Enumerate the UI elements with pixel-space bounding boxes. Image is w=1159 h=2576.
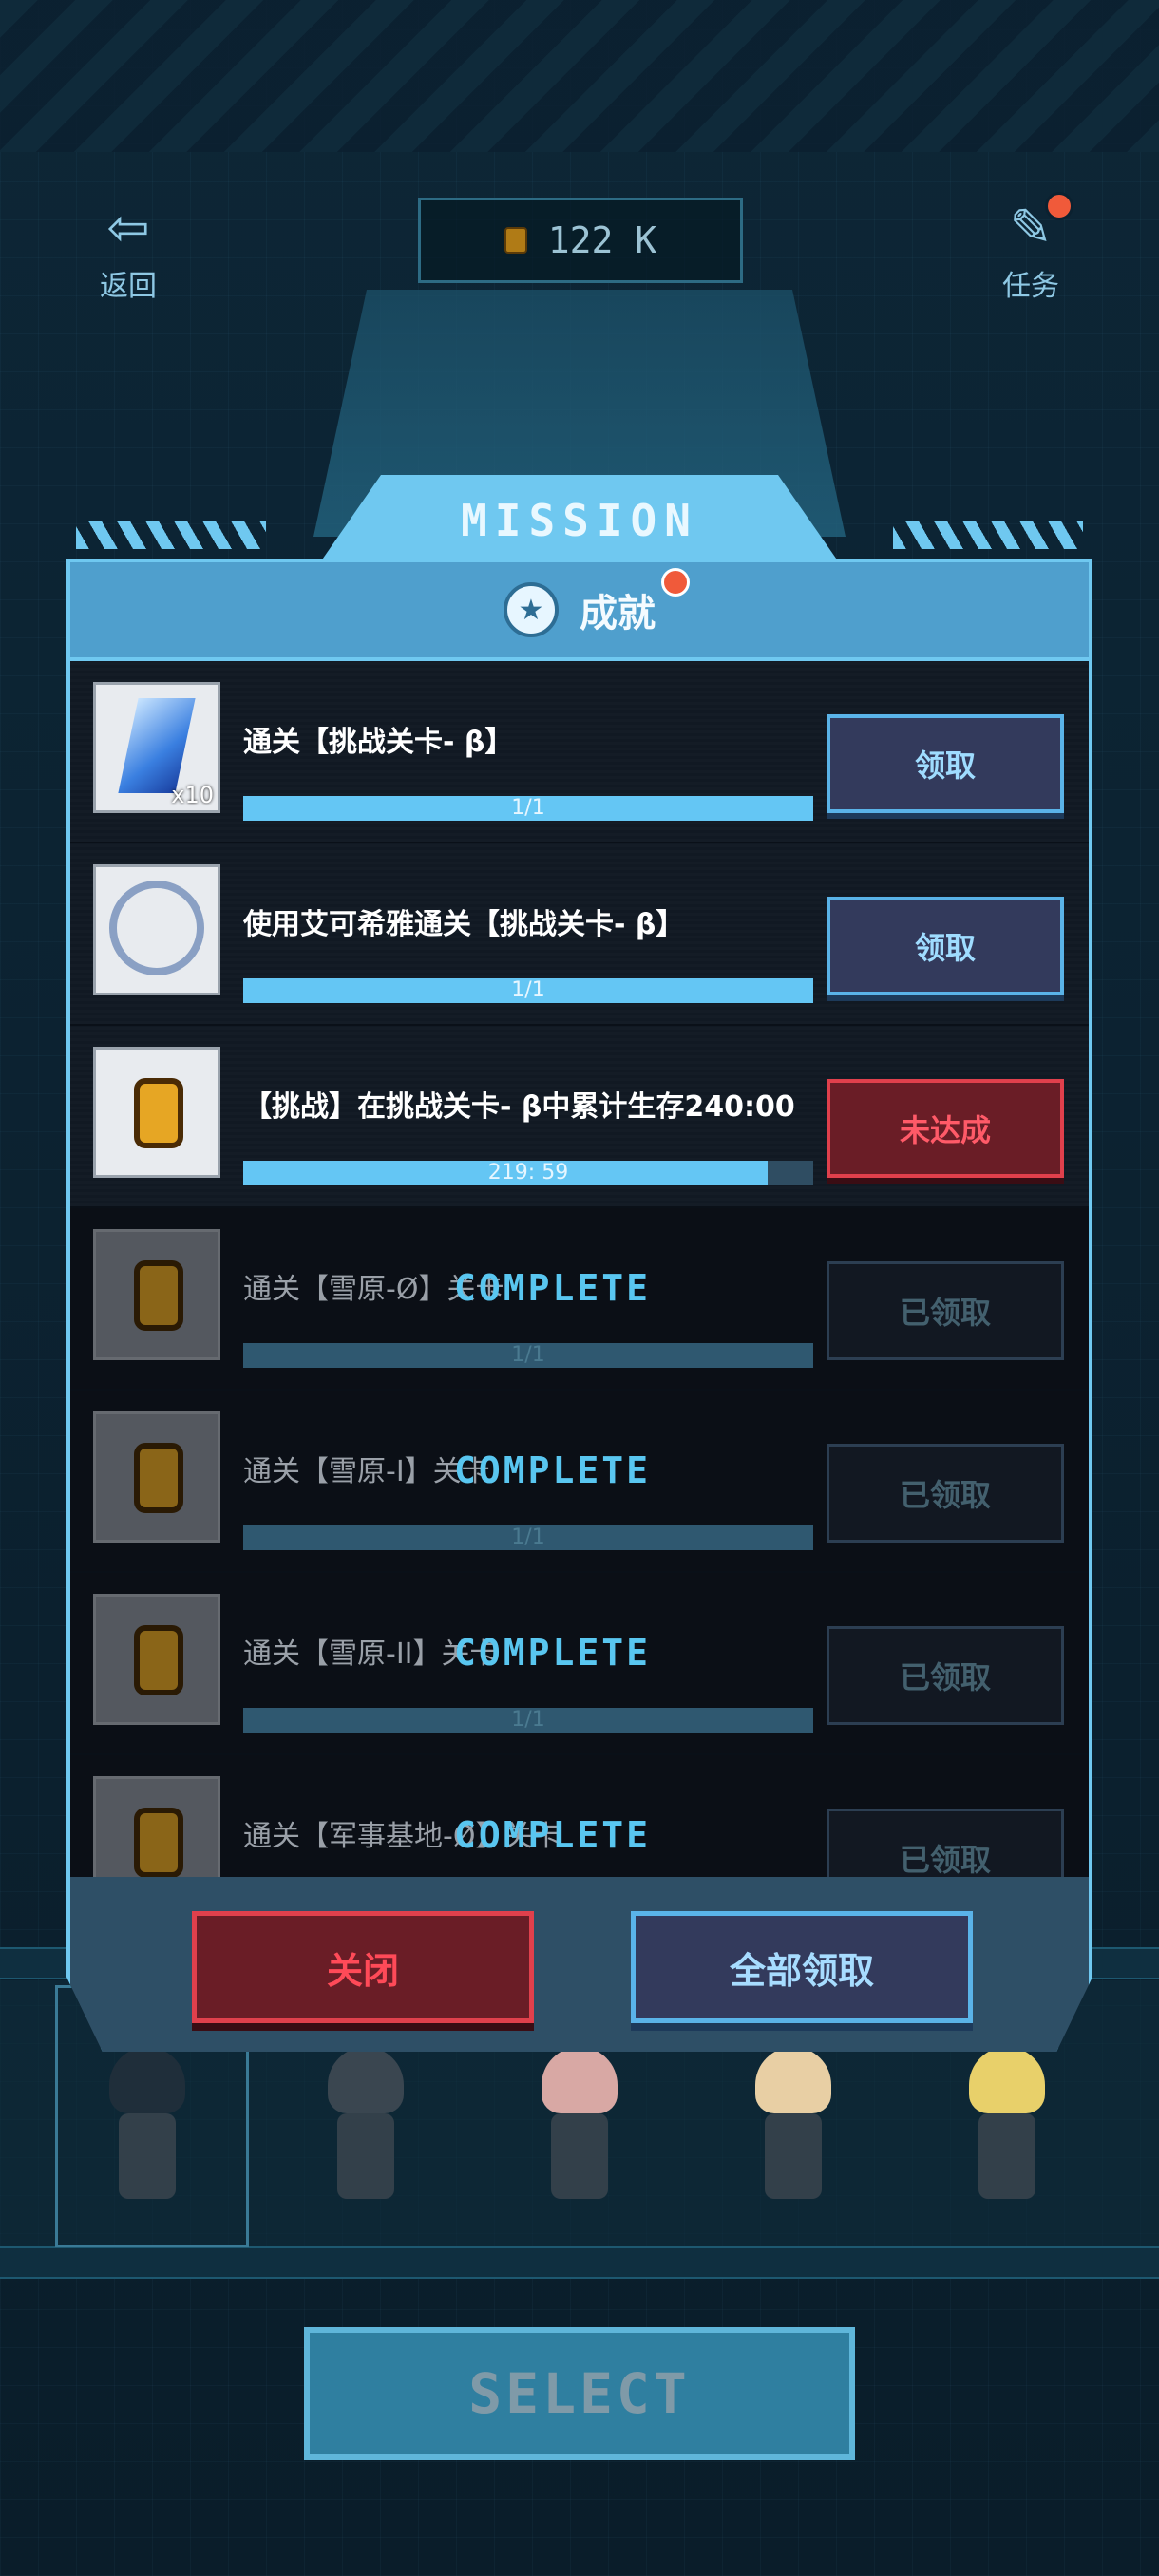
modal-body: ★ 成就 x10 通关【挑战关卡- β】 1/1 领取 使用艾可希雅通关【挑战关卡- β… [66, 559, 1092, 2052]
mission-title: 使用艾可希雅通关【挑战关卡- β】 [243, 908, 685, 941]
reward-thumbnail [93, 1411, 220, 1543]
task-label: 任务 [1002, 270, 1059, 303]
mission-title: 通关【雪原-I】关卡 [243, 1455, 490, 1488]
progress-bar: 1/1 [243, 1525, 813, 1550]
back-label: 返回 [100, 270, 157, 303]
progress-text: 1/1 [511, 978, 545, 1002]
keep-out-strip [0, 2246, 1159, 2279]
character-avatar [542, 2047, 618, 2113]
mission-row: 使用艾可希雅通关【挑战关卡- β】 1/1 领取 [70, 843, 1089, 1026]
complete-stamp: COMPLETE [454, 1267, 652, 1309]
character-avatar [969, 2047, 1045, 2113]
coin-amount: 122 K [547, 219, 657, 261]
coin-icon [134, 1443, 183, 1513]
star-icon: ★ [504, 582, 559, 637]
claimed-button: 已领取 [826, 1444, 1064, 1543]
coin-icon [504, 227, 527, 254]
claim-all-button[interactable]: 全部领取 [631, 1911, 973, 2023]
progress-text: 1/1 [511, 1525, 545, 1549]
reward-quantity: x10 [171, 782, 214, 808]
claim-button[interactable]: 领取 [826, 714, 1064, 813]
close-button[interactable]: 关闭 [192, 1911, 534, 2023]
progress-bar: 1/1 [243, 1343, 813, 1368]
modal-footer: 关闭 全部领取 [70, 1877, 1089, 2052]
mission-modal: MISSION ★ 成就 x10 通关【挑战关卡- β】 1/1 领取 使用艾可希雅通关… [66, 475, 1092, 2052]
reward-thumbnail [93, 1229, 220, 1360]
reward-thumbnail [93, 1776, 220, 1877]
mission-row: 【挑战】在挑战关卡- β中累计生存240:00 219: 59 未达成 [70, 1026, 1089, 1208]
character-avatar [755, 2047, 831, 2113]
section-title: 成就 [580, 592, 656, 635]
ring-icon [109, 881, 204, 975]
mission-row: 通关【雪原-I】关卡 1/1 COMPLETE 已领取 [70, 1391, 1089, 1573]
character-slot[interactable] [936, 2037, 1078, 2218]
claimed-button: 已领取 [826, 1626, 1064, 1725]
progress-bar: 1/1 [243, 978, 813, 1003]
crystal-icon [118, 698, 196, 793]
select-button[interactable]: SELECT [304, 2327, 855, 2460]
progress-text: 1/1 [511, 796, 545, 820]
character-avatar [328, 2047, 404, 2113]
back-button[interactable]: ⇦ 返回 [90, 199, 166, 304]
claim-button[interactable]: 领取 [826, 897, 1064, 995]
coin-icon [134, 1625, 183, 1695]
notification-dot [661, 568, 690, 597]
character-slot[interactable] [722, 2037, 864, 2218]
character-slot[interactable] [294, 2037, 437, 2218]
reward-thumbnail [93, 1594, 220, 1725]
progress-bar: 1/1 [243, 796, 813, 821]
back-arrow-icon: ⇦ [106, 198, 150, 257]
achievement-header[interactable]: ★ 成就 [70, 562, 1089, 661]
reward-thumbnail [93, 1047, 220, 1178]
mission-row: 通关【军事基地-Ø】关卡1/1COMPLETE已领取 [70, 1755, 1089, 1877]
progress-bar: 1/1 [243, 1708, 813, 1733]
progress-text: 1/1 [511, 1708, 545, 1732]
reward-thumbnail [93, 864, 220, 995]
mission-list[interactable]: x10 通关【挑战关卡- β】 1/1 领取 使用艾可希雅通关【挑战关卡- β】 1/1 领… [70, 661, 1089, 1877]
complete-stamp: COMPLETE [454, 1632, 652, 1674]
hazard-stripe-header [0, 0, 1159, 152]
incomplete-button: 未达成 [826, 1079, 1064, 1178]
mission-title: 通关【挑战关卡- β】 [243, 726, 514, 759]
decor-stripes [76, 521, 266, 549]
mission-row: 通关【雪原-II】关卡 1/1 COMPLETE 已领取 [70, 1573, 1089, 1755]
coin-counter: 122 K [418, 198, 743, 283]
coin-icon [134, 1078, 183, 1148]
mission-row: 通关【雪原-Ø】关卡 1/1 COMPLETE 已领取 [70, 1208, 1089, 1391]
claimed-button: 已领取 [826, 1261, 1064, 1360]
mission-title: 【挑战】在挑战关卡- β中累计生存240:00 [243, 1090, 795, 1124]
complete-stamp: COMPLETE [454, 1814, 652, 1856]
notification-dot [1045, 192, 1074, 220]
claimed-button: 已领取 [826, 1809, 1064, 1877]
decor-stripes [893, 521, 1083, 549]
reward-thumbnail: x10 [93, 682, 220, 813]
coin-icon [134, 1808, 183, 1877]
progress-text: 1/1 [511, 1343, 545, 1367]
progress-bar: 219: 59 [243, 1161, 813, 1185]
character-slot[interactable] [508, 2037, 651, 2218]
complete-stamp: COMPLETE [454, 1449, 652, 1491]
mission-tab-title: MISSION [318, 475, 841, 565]
progress-text: 219: 59 [487, 1161, 569, 1184]
coin-icon [134, 1260, 183, 1331]
mission-row: x10 通关【挑战关卡- β】 1/1 领取 [70, 661, 1089, 843]
